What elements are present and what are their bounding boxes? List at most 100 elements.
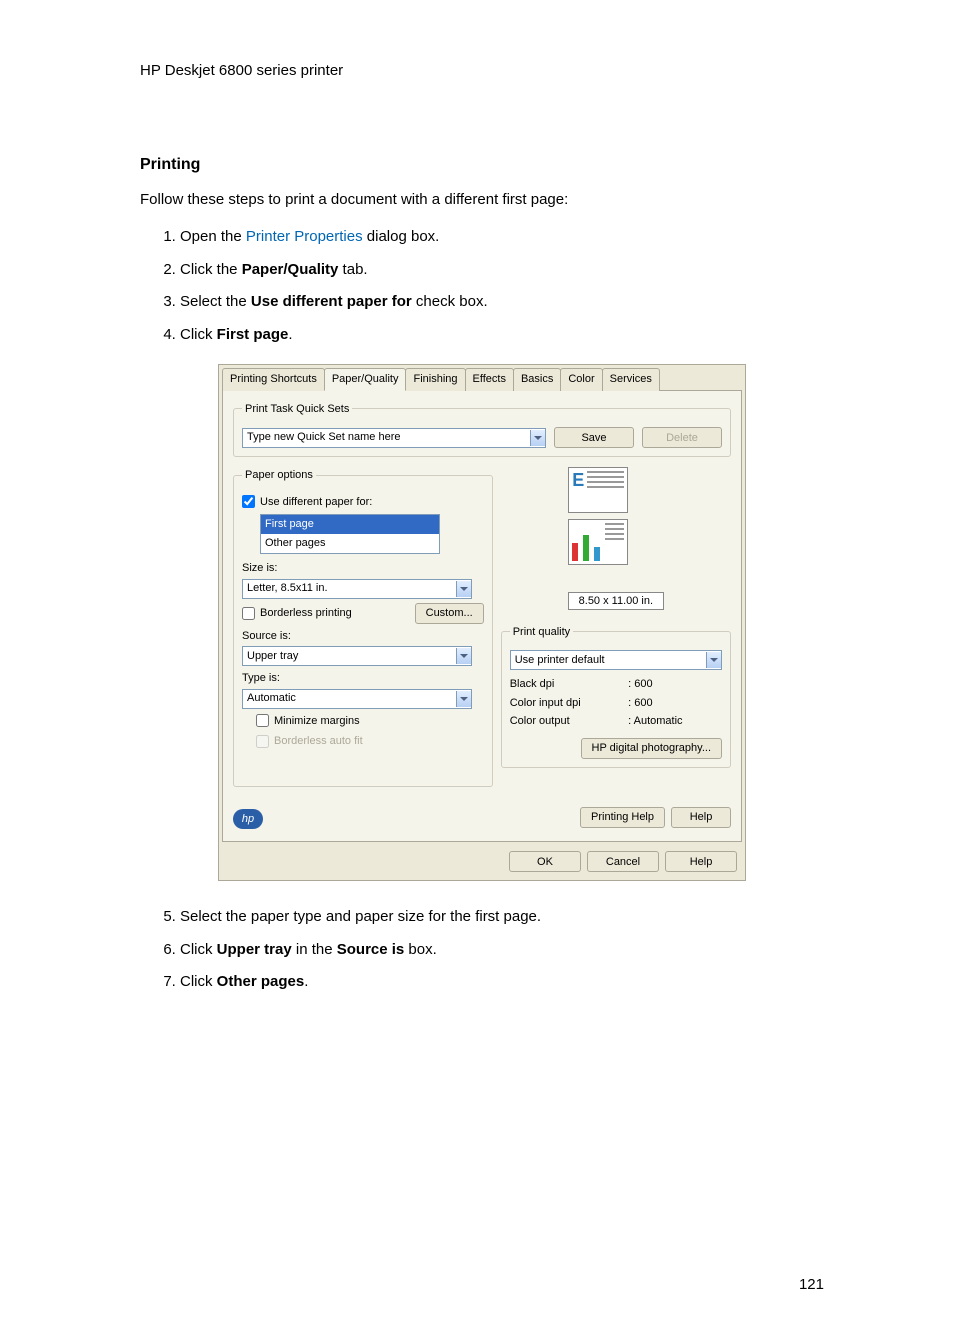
step-text: in the	[292, 941, 337, 958]
dropdown-icon[interactable]	[456, 648, 471, 664]
steps-list-a: Open the Printer Properties dialog box. …	[140, 226, 824, 346]
borderless-auto-fit-check	[256, 735, 269, 748]
bold-text: Use different paper for	[251, 293, 412, 310]
ok-button[interactable]: OK	[509, 851, 581, 872]
step-text: Click	[180, 326, 217, 343]
page-preview: E	[541, 467, 656, 587]
print-quality-value: Use printer default	[515, 652, 605, 669]
size-is-label: Size is:	[242, 560, 484, 577]
save-button[interactable]: Save	[554, 427, 634, 448]
step-text: Click	[180, 973, 217, 990]
black-dpi-label: Black dpi	[510, 676, 620, 693]
paper-options-legend: Paper options	[242, 467, 316, 484]
help-button-footer[interactable]: Help	[665, 851, 737, 872]
section-heading: Printing	[140, 153, 824, 177]
list-item-first-page[interactable]: First page	[261, 515, 439, 534]
printing-help-button[interactable]: Printing Help	[580, 807, 665, 828]
quick-set-name-text: Type new Quick Set name here	[247, 429, 400, 446]
step-text: .	[288, 326, 292, 343]
tab-effects[interactable]: Effects	[465, 368, 514, 391]
step-text: Open the	[180, 228, 246, 245]
step-text: Click	[180, 941, 217, 958]
type-combo[interactable]: Automatic	[242, 689, 472, 709]
color-output-value: : Automatic	[628, 713, 722, 730]
tab-bar: Printing Shortcuts Paper/Quality Finishi…	[219, 365, 745, 390]
document-header: HP Deskjet 6800 series printer	[140, 60, 824, 83]
tab-paper-quality[interactable]: Paper/Quality	[324, 368, 407, 391]
borderless-printing-check[interactable]	[242, 607, 255, 620]
delete-button: Delete	[642, 427, 722, 448]
dropdown-icon[interactable]	[456, 691, 471, 707]
printer-properties-dialog: Printing Shortcuts Paper/Quality Finishi…	[218, 364, 746, 881]
bold-text: Upper tray	[217, 941, 292, 958]
hp-logo-icon: hp	[233, 809, 263, 829]
tab-finishing[interactable]: Finishing	[405, 368, 465, 391]
step-3: Select the Use different paper for check…	[180, 291, 824, 314]
tab-services[interactable]: Services	[602, 368, 660, 391]
dialog-footer: OK Cancel Help	[219, 845, 745, 880]
step-7: Click Other pages.	[180, 971, 824, 994]
color-input-dpi-label: Color input dpi	[510, 695, 620, 712]
quick-sets-group: Print Task Quick Sets Type new Quick Set…	[233, 401, 731, 458]
use-different-paper-checkbox[interactable]: Use different paper for:	[242, 494, 484, 511]
step-6: Click Upper tray in the Source is box.	[180, 939, 824, 962]
color-output-label: Color output	[510, 713, 620, 730]
step-5: Select the paper type and paper size for…	[180, 906, 824, 929]
type-is-label: Type is:	[242, 670, 484, 687]
dropdown-icon[interactable]	[456, 581, 471, 597]
hp-digital-photography-button[interactable]: HP digital photography...	[581, 738, 722, 759]
step-text: check box.	[412, 293, 488, 310]
minimize-margins-check[interactable]	[256, 714, 269, 727]
cancel-button[interactable]: Cancel	[587, 851, 659, 872]
dialog-screenshot: Printing Shortcuts Paper/Quality Finishi…	[140, 364, 824, 881]
page-selection-list[interactable]: First page Other pages	[260, 514, 440, 554]
tab-color[interactable]: Color	[560, 368, 602, 391]
list-item-other-pages[interactable]: Other pages	[261, 534, 439, 553]
type-value: Automatic	[247, 690, 296, 707]
step-text: box.	[404, 941, 437, 958]
step-text: tab.	[338, 261, 367, 278]
preview-dimensions: 8.50 x 11.00 in.	[568, 592, 664, 610]
bold-text: Other pages	[217, 973, 305, 990]
size-combo[interactable]: Letter, 8.5x11 in.	[242, 579, 472, 599]
tab-basics[interactable]: Basics	[513, 368, 561, 391]
quick-set-name-combo[interactable]: Type new Quick Set name here	[242, 428, 546, 448]
dropdown-icon[interactable]	[530, 430, 545, 446]
source-is-label: Source is:	[242, 628, 484, 645]
minimize-margins-label: Minimize margins	[274, 713, 360, 730]
step-1: Open the Printer Properties dialog box.	[180, 226, 824, 249]
black-dpi-value: : 600	[628, 676, 722, 693]
bold-text: Source is	[337, 941, 405, 958]
print-quality-group: Print quality Use printer default Black …	[501, 624, 731, 768]
tab-printing-shortcuts[interactable]: Printing Shortcuts	[222, 368, 325, 391]
borderless-auto-fit-label: Borderless auto fit	[274, 733, 363, 750]
preview-letter-e: E	[572, 471, 584, 489]
step-text: .	[304, 973, 308, 990]
step-2: Click the Paper/Quality tab.	[180, 259, 824, 282]
steps-list-b: Select the paper type and paper size for…	[140, 906, 824, 994]
step-4: Click First page.	[180, 324, 824, 347]
print-quality-legend: Print quality	[510, 624, 573, 641]
printer-properties-link[interactable]: Printer Properties	[246, 228, 363, 245]
dialog-body: Print Task Quick Sets Type new Quick Set…	[222, 390, 742, 843]
intro-text: Follow these steps to print a document w…	[140, 189, 824, 212]
color-input-dpi-value: : 600	[628, 695, 722, 712]
bold-text: First page	[217, 326, 289, 343]
step-text: dialog box.	[363, 228, 440, 245]
custom-button[interactable]: Custom...	[415, 603, 484, 624]
page-number: 121	[140, 1274, 824, 1297]
source-combo[interactable]: Upper tray	[242, 646, 472, 666]
help-button[interactable]: Help	[671, 807, 731, 828]
quick-sets-legend: Print Task Quick Sets	[242, 401, 352, 418]
use-different-paper-check[interactable]	[242, 495, 255, 508]
step-text: Click the	[180, 261, 242, 278]
print-quality-combo[interactable]: Use printer default	[510, 650, 722, 670]
preview-other-pages-icon	[568, 519, 628, 565]
size-value: Letter, 8.5x11 in.	[247, 580, 328, 597]
step-text: Select the	[180, 293, 251, 310]
step-text: Select the paper type and paper size for…	[180, 908, 541, 925]
dropdown-icon[interactable]	[706, 652, 721, 668]
borderless-printing-label: Borderless printing	[260, 605, 352, 622]
preview-first-page-icon: E	[568, 467, 628, 513]
bold-text: Paper/Quality	[242, 261, 339, 278]
